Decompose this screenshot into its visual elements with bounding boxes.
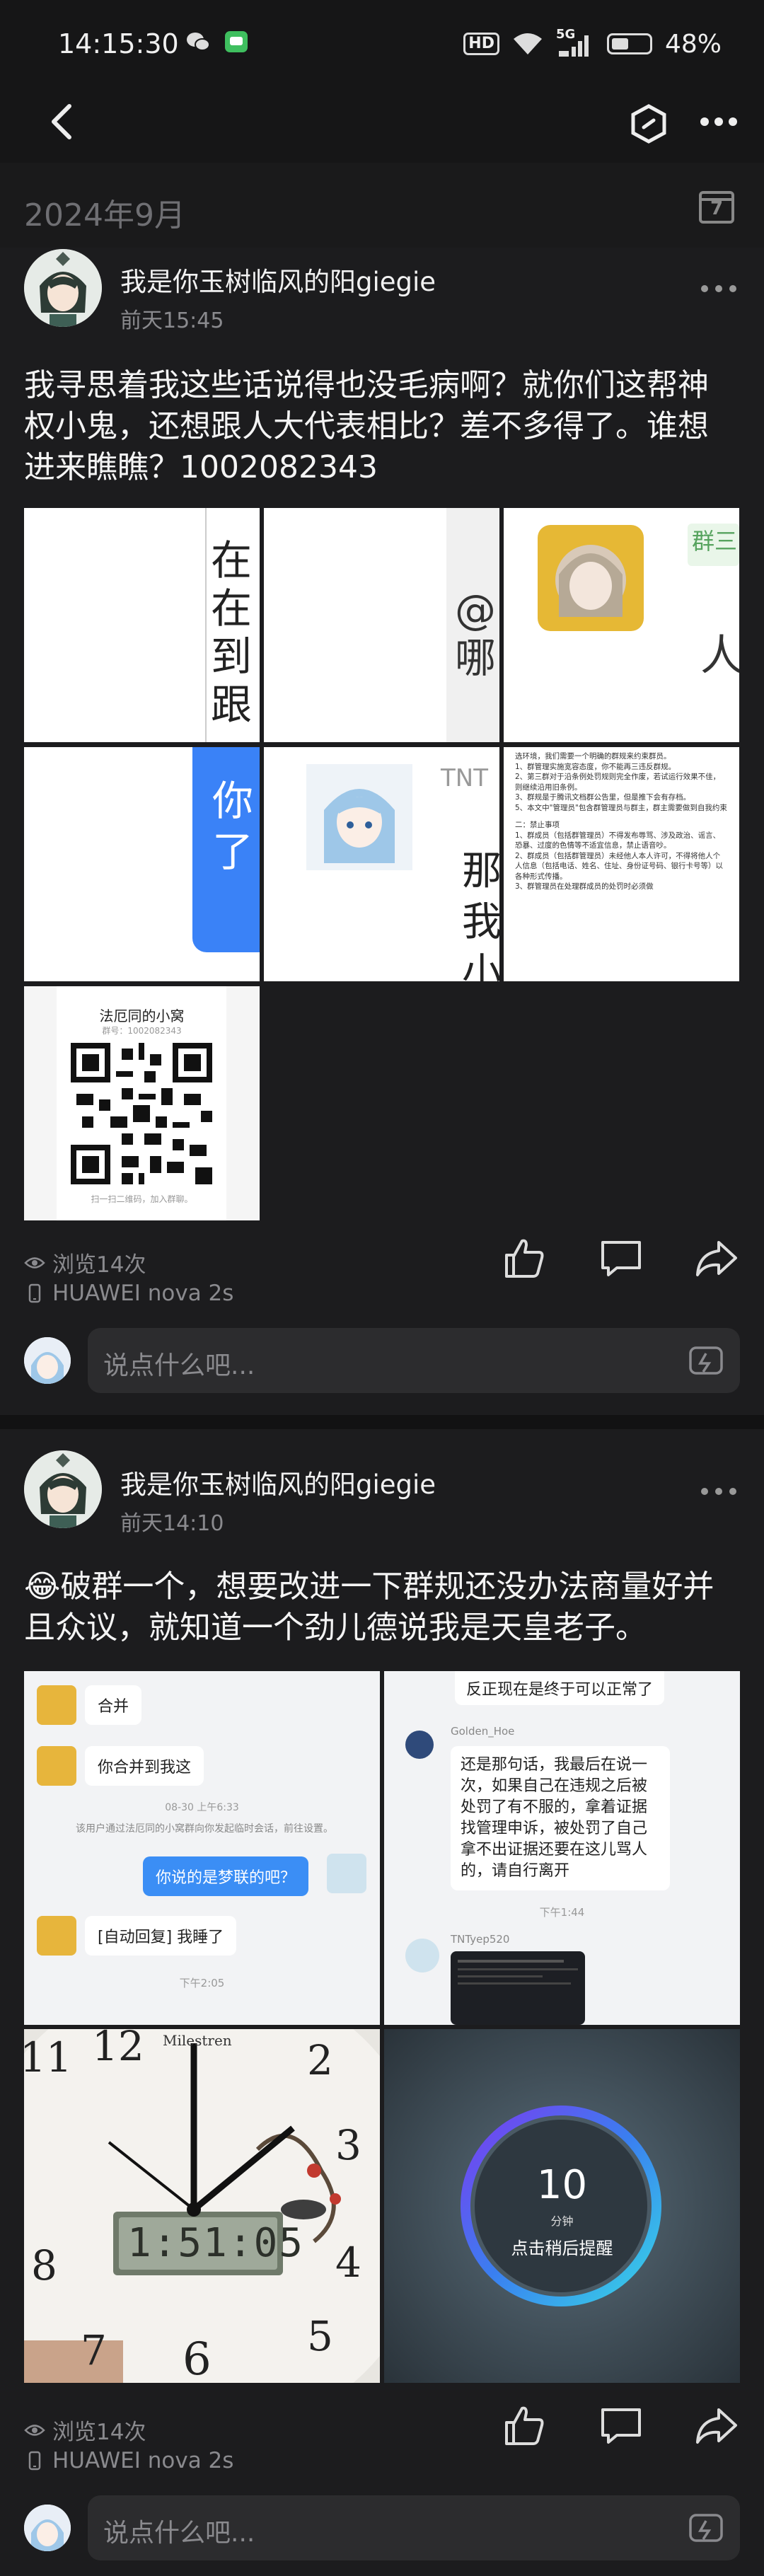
post-text: 😂破群一个，想要改进一下群规还没办法商量好并且众议，就知道一个劲儿德说我是天皇老…	[24, 1569, 714, 1646]
lcd-display: 1:51:05	[127, 2220, 305, 2266]
wechat-icon	[187, 33, 210, 51]
post-image-chat-1[interactable]: 合并 你合并到我这 08-30 上午6:33 该用户通过法厄同的小窝群向你发起临…	[24, 1671, 380, 2025]
post-image-1[interactable]: 在在到跟	[24, 508, 260, 742]
post-more-icon[interactable]	[698, 1483, 740, 1500]
comment-icon[interactable]	[598, 1235, 644, 1281]
share-icon[interactable]	[693, 2403, 739, 2448]
post-image-4[interactable]: 你了	[24, 747, 260, 981]
eye-icon	[24, 1257, 45, 1269]
device-row: HUAWEI nova 2s	[24, 1281, 233, 1306]
device-row: HUAWEI nova 2s	[24, 2448, 233, 2473]
post-more-icon[interactable]	[698, 280, 740, 297]
views-row: 浏览14次	[24, 2414, 146, 2446]
post-text: 我寻思着我这些话说得也没毛病啊？就你们这帮神权小鬼，还想跟人大代表相比？差不多得…	[24, 367, 709, 485]
post-2: 我是你玉树临风的阳giegie 前天14:10 😂破群一个，想要改进一下群规还没…	[0, 1429, 764, 2576]
laughing-emoji: 😂	[24, 1569, 61, 1605]
post-image-5[interactable]: TNT 那我小	[264, 747, 499, 981]
views-row: 浏览14次	[24, 1247, 146, 1278]
author-name[interactable]: 我是你玉树临风的阳giegie	[120, 1463, 436, 1501]
status-bar: 14:15:30 HD 5G 48%	[0, 0, 764, 85]
month-label: 2024年9月	[24, 197, 185, 233]
eye-icon	[24, 2424, 45, 2436]
views-count: 浏览14次	[52, 2420, 146, 2445]
like-icon[interactable]	[502, 1235, 548, 1281]
post-1: 我是你玉树临风的阳giegie 前天15:45 我寻思着我这些话说得也没毛病啊？…	[0, 248, 764, 1415]
post-image-3[interactable]: 群三 人	[504, 508, 739, 742]
post-image-clock[interactable]: Milestren 1:51:05 2 3 4 5 6 7 8 11 12	[24, 2029, 380, 2383]
device-name: HUAWEI nova 2s	[52, 2448, 234, 2473]
post-image-2[interactable]: @ 哪	[264, 508, 499, 742]
more-icon[interactable]	[699, 116, 739, 127]
month-header: 2024年9月 7	[0, 163, 764, 248]
battery-icon	[606, 33, 652, 54]
cellular-icon: 5G	[556, 27, 594, 58]
phone-icon	[28, 1283, 41, 1303]
post-image-6[interactable]: 选环境，我们需要一个明确的群规来约束群员。 1、群管理实施宽容态度，你不能再三违…	[504, 747, 739, 981]
emoji-icon[interactable]	[688, 2511, 724, 2545]
views-count: 浏览14次	[52, 1252, 146, 1278]
hexagon-icon[interactable]	[628, 103, 669, 144]
top-nav-bar	[0, 85, 764, 163]
my-avatar	[24, 1337, 71, 1384]
message-app-icon	[225, 31, 248, 52]
post-time: 前天14:10	[120, 1511, 224, 1536]
post-image-7-qr[interactable]: 法厄同的小窝 群号：1002082343 扫一扫二维码，加入群聊。	[24, 986, 260, 1220]
remind-later-label: 点击稍后提醒	[511, 2239, 613, 2258]
avatar[interactable]	[24, 1450, 102, 1528]
hd-badge: HD	[463, 33, 499, 55]
calendar-icon[interactable]: 7	[698, 187, 736, 225]
qr-code-icon	[71, 1043, 212, 1184]
comment-input[interactable]: 说点什么吧...	[88, 1328, 740, 1393]
like-icon[interactable]	[502, 2403, 548, 2448]
post-image-chat-2[interactable]: 反正现在是终于可以正常了 Golden_Hoe 还是那句话，我最后在说一次，如果…	[384, 1671, 740, 2025]
phone-icon	[28, 2451, 41, 2471]
back-arrow-icon[interactable]	[42, 100, 85, 143]
comment-input[interactable]: 说点什么吧...	[88, 2495, 740, 2560]
post-image-timer[interactable]: 10 分钟 点击稍后提醒	[384, 2029, 740, 2383]
avatar[interactable]	[24, 249, 102, 327]
my-avatar	[24, 2505, 71, 2551]
status-time: 14:15:30	[58, 28, 179, 59]
timer-value: 10	[536, 2162, 588, 2208]
battery-percent: 48%	[664, 29, 722, 59]
device-name: HUAWEI nova 2s	[52, 1281, 234, 1306]
wifi-icon	[513, 33, 542, 54]
comment-icon[interactable]	[598, 2403, 644, 2448]
post-time: 前天15:45	[120, 308, 224, 333]
author-name[interactable]: 我是你玉树临风的阳giegie	[120, 260, 436, 299]
share-icon[interactable]	[693, 1235, 739, 1281]
post-separator	[0, 1415, 764, 1429]
emoji-icon[interactable]	[688, 1344, 724, 1377]
